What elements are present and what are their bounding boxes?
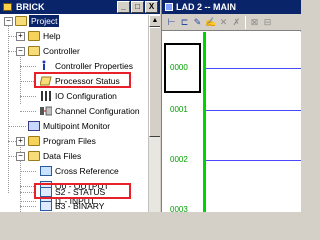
- project-window-titlebar[interactable]: BRICK _ □ X: [0, 0, 160, 14]
- rung-number[interactable]: 0003: [170, 205, 188, 214]
- project-window-icon: [3, 3, 12, 11]
- io-icon: [40, 91, 52, 101]
- edit-icon[interactable]: ✎: [192, 17, 203, 28]
- edit-rung-icon[interactable]: ✍: [205, 17, 216, 28]
- ladder-window-icon: [165, 3, 173, 11]
- cross-reference-icon: [40, 166, 52, 176]
- tree-item-label: Program Files: [43, 136, 96, 146]
- project-tree-window: BRICK _ □ X − Project + Help − Controlle…: [0, 0, 160, 212]
- tree-item-label: Help: [43, 31, 61, 41]
- highlight-box-status-file: [34, 183, 131, 199]
- tree-item-label: Cross Reference: [55, 166, 119, 176]
- tree-item-controller-properties[interactable]: Controller Properties: [0, 60, 148, 72]
- tree-scrollbar[interactable]: ▲: [148, 15, 160, 212]
- rung-number[interactable]: 0002: [170, 155, 188, 164]
- tree-item-multipoint-monitor[interactable]: Multipoint Monitor: [0, 120, 148, 132]
- folder-icon: [28, 136, 40, 146]
- accept-edits-icon[interactable]: ⊠: [249, 17, 260, 28]
- tree-item-program-files[interactable]: + Program Files: [0, 135, 148, 147]
- scroll-up-button[interactable]: ▲: [149, 15, 160, 27]
- ladder-toolbar: ⊢ ⊏ ✎ ✍ ✕ ✗ ⊠ ⊟: [162, 14, 301, 31]
- tree-item-label: IO Configuration: [55, 91, 117, 101]
- minimize-button[interactable]: _: [117, 1, 130, 13]
- rung-line[interactable]: [206, 68, 301, 69]
- scroll-thumb[interactable]: [149, 27, 160, 137]
- rung-line[interactable]: [206, 110, 301, 111]
- insert-rung-icon[interactable]: ⊢: [166, 17, 177, 28]
- cancel-icon[interactable]: ✗: [231, 17, 242, 28]
- folder-open-icon: [28, 151, 40, 161]
- channel-icon: [40, 106, 53, 116]
- tree-item-label: Data Files: [43, 151, 82, 161]
- tree-item-controller[interactable]: − Controller: [0, 45, 148, 57]
- rung-number[interactable]: 0001: [170, 105, 188, 114]
- rung-line[interactable]: [206, 160, 301, 161]
- data-file-icon: [40, 201, 52, 211]
- collapse-toggle[interactable]: −: [16, 47, 25, 56]
- delete-icon[interactable]: ✕: [218, 17, 229, 28]
- tree-item-binary-file[interactable]: B3 - BINARY: [0, 200, 148, 212]
- left-power-rail: [203, 32, 206, 212]
- tree-item-project[interactable]: − Project: [0, 14, 148, 28]
- project-window-title: BRICK: [16, 2, 45, 12]
- ladder-window-titlebar[interactable]: LAD 2 -- MAIN: [162, 0, 301, 14]
- tree-item-label: Multipoint Monitor: [43, 121, 111, 131]
- maximize-button[interactable]: □: [131, 1, 144, 13]
- tree-item-cross-reference[interactable]: Cross Reference: [0, 165, 148, 177]
- tree-item-label: Controller: [43, 46, 80, 56]
- expand-toggle[interactable]: +: [16, 32, 25, 41]
- expand-toggle[interactable]: +: [16, 137, 25, 146]
- tree-item-label: Channel Configuration: [55, 106, 140, 116]
- insert-branch-icon[interactable]: ⊏: [179, 17, 190, 28]
- collapse-toggle[interactable]: −: [16, 152, 25, 161]
- ladder-window-title: LAD 2 -- MAIN: [176, 2, 236, 12]
- highlight-box-processor-status: [34, 72, 131, 88]
- test-edits-icon[interactable]: ⊟: [262, 17, 273, 28]
- ladder-window: LAD 2 -- MAIN ⊢ ⊏ ✎ ✍ ✕ ✗ ⊠ ⊟ 0000 0001 …: [161, 0, 301, 214]
- tree-item-data-files[interactable]: − Data Files: [0, 150, 148, 162]
- collapse-toggle[interactable]: −: [4, 17, 13, 26]
- folder-open-icon: [28, 46, 40, 56]
- info-icon: [40, 60, 48, 70]
- rung-number[interactable]: 0000: [170, 63, 188, 72]
- tree-item-label: Project: [27, 14, 61, 28]
- ladder-editor[interactable]: 0000 0001 0002 0003: [162, 32, 301, 214]
- folder-icon: [28, 31, 40, 41]
- tree-item-io-configuration[interactable]: IO Configuration: [0, 90, 148, 102]
- tree-item-channel-configuration[interactable]: Channel Configuration: [0, 105, 148, 117]
- close-button[interactable]: X: [145, 1, 158, 13]
- monitor-icon: [28, 121, 40, 131]
- folder-open-icon: [15, 16, 27, 26]
- tree-item-label: Controller Properties: [55, 61, 133, 71]
- tree-item-label: B3 - BINARY: [55, 201, 105, 211]
- tree-item-help[interactable]: + Help: [0, 30, 148, 42]
